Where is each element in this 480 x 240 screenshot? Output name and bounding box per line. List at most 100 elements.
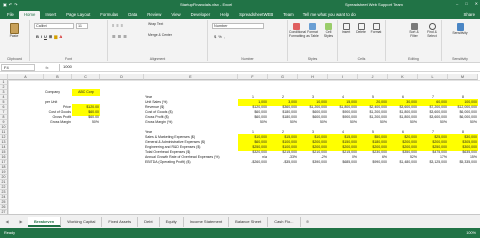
sensitivity-button[interactable]: Sensitivity — [448, 23, 472, 36]
align-left-icon[interactable]: ☰ — [112, 34, 116, 39]
comma-icon[interactable]: , — [224, 34, 225, 39]
cell[interactable]: $990,000 — [358, 159, 388, 166]
merge-center-button[interactable]: Merge & Center — [148, 33, 172, 38]
column-header[interactable]: D — [100, 74, 144, 80]
format-cells-button[interactable]: Format — [369, 23, 383, 35]
tab-data[interactable]: Data — [123, 11, 142, 19]
cell[interactable]: 50% — [448, 119, 478, 126]
sort-filter-button[interactable]: Sort & Filter — [406, 23, 422, 39]
find-select-button[interactable]: Find & Select — [424, 23, 440, 39]
cell[interactable]: ABC Corp — [72, 89, 100, 96]
column-header[interactable]: E — [144, 74, 238, 80]
column-header[interactable]: J — [358, 74, 388, 80]
fx-icon[interactable]: fx — [35, 65, 59, 70]
percent-button[interactable]: % — [218, 34, 222, 39]
sheet-tab-income-statement[interactable]: Income Statement — [184, 216, 230, 227]
delete-cells-button[interactable]: Delete — [354, 23, 368, 35]
tab-page-layout[interactable]: Page Layout — [61, 11, 95, 19]
cell[interactable]: Company — [44, 89, 72, 96]
align-middle-icon[interactable]: ≡ — [116, 23, 118, 28]
insert-cells-button[interactable]: Insert — [339, 23, 353, 35]
align-top-icon[interactable]: ≡ — [112, 23, 114, 28]
formula-input[interactable]: 1000 — [59, 63, 480, 71]
cell[interactable]: 50% — [388, 119, 418, 126]
column-header[interactable]: A — [8, 74, 44, 80]
sheet-tab-cash-flo-[interactable]: Cash Flo... — [268, 216, 301, 227]
underline-button[interactable]: U — [44, 34, 47, 39]
cell[interactable]: -$35,000 — [268, 159, 298, 166]
align-center-icon[interactable]: ☰ — [118, 34, 122, 39]
sheet-tab-working-capital[interactable]: Working Capital — [61, 216, 103, 227]
redo-icon[interactable]: ↷ — [14, 2, 17, 7]
user-name[interactable]: Spreadsheet Web Support Team — [345, 2, 403, 7]
tab-team[interactable]: Team — [278, 11, 299, 19]
cell[interactable]: Gross Margin (%) — [144, 119, 238, 126]
sheet-tab-breakeven[interactable]: Breakeven — [28, 216, 62, 227]
column-header[interactable]: B — [44, 74, 72, 80]
conditional-formatting-button[interactable]: Conditional Formatting — [289, 23, 306, 39]
cell[interactable]: 50% — [268, 119, 298, 126]
sheet-tab-fixed-assets[interactable]: Fixed Assets — [102, 216, 139, 227]
column-header[interactable]: K — [388, 74, 418, 80]
wrap-text-button[interactable]: Wrap Text — [148, 22, 163, 27]
tab-file[interactable]: File — [2, 11, 19, 19]
font-name-input[interactable]: Calibri — [34, 23, 74, 29]
tab-insert[interactable]: Insert — [40, 11, 61, 19]
cell[interactable]: $685,000 — [328, 159, 358, 166]
maximize-icon[interactable]: □ — [465, 1, 467, 6]
italic-button[interactable]: I — [41, 34, 42, 39]
column-header[interactable]: I — [328, 74, 358, 80]
bold-button[interactable]: B — [36, 34, 39, 39]
align-bottom-icon[interactable]: ≡ — [121, 23, 123, 28]
worksheet-grid[interactable]: A B C D E F G H I J K L M 1 2 3 4 5 6 7 8 9 10 11 12 13 14 15 16 17 18… — [0, 74, 480, 214]
cell[interactable]: $390,000 — [298, 159, 328, 166]
column-header[interactable]: F — [238, 74, 268, 80]
column-header[interactable]: M — [448, 74, 478, 80]
cell[interactable]: $1,480,000 — [388, 159, 418, 166]
column-header[interactable]: H — [298, 74, 328, 80]
tab-developer[interactable]: Developer — [186, 11, 216, 19]
column-header[interactable]: C — [72, 74, 100, 80]
sheet-tab-equity[interactable]: Equity — [160, 216, 184, 227]
sheet-tab-debt[interactable]: Debt — [138, 216, 160, 227]
cell[interactable]: 50% — [328, 119, 358, 126]
tab-spreadsheetweb[interactable]: SpreadsheetWEB — [234, 11, 278, 19]
tab-home[interactable]: Home — [18, 11, 41, 19]
cell[interactable]: Gross Margin — [44, 119, 72, 126]
sheet-tab-balance-sheet[interactable]: Balance Sheet — [229, 216, 269, 227]
column-header[interactable]: G — [268, 74, 298, 80]
name-box[interactable]: F4 — [1, 63, 35, 71]
cell[interactable]: 50% — [72, 119, 100, 126]
zoom-level[interactable]: 100% — [466, 231, 476, 235]
tab-review[interactable]: Review — [142, 11, 166, 19]
undo-icon[interactable]: ↶ — [9, 2, 12, 7]
number-format-select[interactable]: Number — [212, 23, 264, 29]
currency-button[interactable]: $ — [214, 34, 216, 39]
share-button[interactable]: Share — [459, 12, 480, 19]
align-right-icon[interactable]: ☰ — [123, 34, 127, 39]
font-size-input[interactable]: 11 — [76, 23, 88, 29]
cell[interactable]: EBITDA (Operating Profit) ($) — [144, 159, 238, 166]
close-icon[interactable]: ✕ — [475, 1, 478, 6]
borders-icon[interactable]: ⊞ — [49, 34, 52, 39]
tab-view[interactable]: View — [166, 11, 185, 19]
next-sheet-icon[interactable]: ▶ — [14, 219, 28, 224]
minimize-icon[interactable]: – — [456, 1, 458, 6]
add-sheet-icon[interactable]: ⊕ — [301, 219, 315, 224]
font-color-icon[interactable]: A — [59, 34, 62, 39]
tab-formulas[interactable]: Formulas — [95, 11, 123, 19]
fill-color-icon[interactable]: ▆ — [54, 34, 57, 39]
cell[interactable]: 50% — [238, 119, 268, 126]
cell[interactable]: 50% — [298, 119, 328, 126]
save-icon[interactable]: ▣ — [3, 2, 7, 7]
prev-sheet-icon[interactable]: ◀ — [0, 219, 14, 224]
cell[interactable]: $5,335,000 — [448, 159, 478, 166]
cell[interactable]: $3,125,000 — [418, 159, 448, 166]
cell[interactable]: 50% — [418, 119, 448, 126]
tab-help[interactable]: Help — [215, 11, 234, 19]
cell[interactable]: 50% — [358, 119, 388, 126]
cell-styles-button[interactable]: Cell Styles — [321, 23, 336, 39]
tell-me-input[interactable]: Tell me what you want to do — [303, 12, 356, 19]
format-as-table-button[interactable]: Format as Table — [305, 23, 320, 39]
paste-button[interactable]: Paste — [4, 23, 24, 39]
